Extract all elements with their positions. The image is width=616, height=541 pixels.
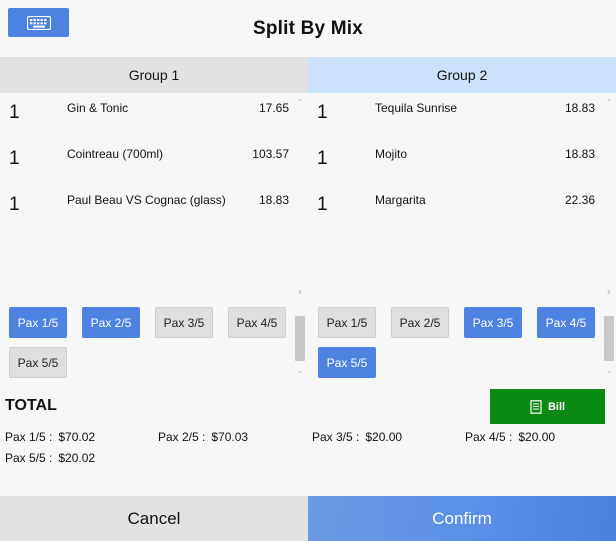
list-item[interactable]: 1 Gin & Tonic 17.65	[0, 95, 300, 141]
tab-group-2[interactable]: Group 2	[308, 57, 616, 93]
scroll-up-icon[interactable]: ˆ	[603, 292, 615, 301]
item-price: 18.83	[564, 101, 595, 115]
item-qty: 1	[317, 102, 328, 123]
pax-total-label: Pax 5/5 :	[5, 451, 53, 465]
bill-button[interactable]: Bill	[490, 389, 605, 424]
item-name: Tequila Sunrise	[375, 101, 458, 115]
footer-actions: Cancel Confirm	[0, 496, 616, 541]
item-qty: 1	[9, 102, 20, 123]
pax-total: Pax 4/5 : $20.00	[465, 430, 555, 444]
pax-total-amount: $20.00	[518, 430, 556, 444]
pax-2-button[interactable]: Pax 2/5	[82, 307, 140, 338]
scroll-thumb[interactable]	[604, 316, 614, 361]
page-title: Split By Mix	[252, 18, 364, 39]
pax-total-label: Pax 2/5 :	[158, 430, 206, 444]
pax-5-button[interactable]: Pax 5/5	[9, 347, 67, 378]
group-tabs: Group 1 Group 2	[0, 57, 616, 93]
pax-total-amount: $20.02	[58, 451, 96, 465]
item-qty: 1	[317, 194, 328, 215]
item-price: 22.36	[564, 193, 595, 207]
item-name: Margarita	[375, 193, 426, 207]
item-name: Mojito	[375, 147, 408, 161]
pax-total: Pax 2/5 : $70.03	[158, 430, 248, 444]
list-item[interactable]: 1 Cointreau (700ml) 103.57	[0, 141, 300, 187]
pax-total-amount: $20.00	[365, 430, 403, 444]
total-heading: TOTAL	[5, 397, 57, 414]
item-price: 18.83	[258, 193, 289, 207]
group-2-item-list: 1 Tequila Sunrise 18.83 1 Mojito 18.83 1…	[308, 95, 608, 233]
pax-1-button[interactable]: Pax 1/5	[9, 307, 67, 338]
item-name: Gin & Tonic	[67, 101, 129, 115]
pax-total: Pax 1/5 : $70.02	[5, 430, 95, 444]
item-name: Paul Beau VS Cognac (glass)	[67, 193, 226, 207]
scroll-thumb[interactable]	[295, 316, 305, 361]
pax-2-button[interactable]: Pax 2/5	[391, 307, 449, 338]
group-2-pax-scrollbar[interactable]: ˆ ˇ	[603, 292, 615, 380]
scroll-up-icon[interactable]: ˆ	[603, 99, 615, 108]
group-1-item-scrollbar[interactable]: ˆ ˇ	[294, 99, 306, 299]
pax-total-label: Pax 1/5 :	[5, 430, 53, 444]
cancel-button[interactable]: Cancel	[0, 496, 308, 541]
scroll-up-icon[interactable]: ˆ	[294, 99, 306, 108]
pax-4-button[interactable]: Pax 4/5	[537, 307, 595, 338]
item-price: 17.65	[258, 101, 289, 115]
pax-1-button[interactable]: Pax 1/5	[318, 307, 376, 338]
pax-total: Pax 5/5 : $20.02	[5, 451, 95, 465]
group-2-item-scrollbar[interactable]: ˆ ˇ	[603, 99, 615, 299]
bill-icon	[530, 399, 542, 414]
item-price: 18.83	[564, 147, 595, 161]
pax-3-button[interactable]: Pax 3/5	[464, 307, 522, 338]
confirm-button[interactable]: Confirm	[308, 496, 616, 541]
item-name: Cointreau (700ml)	[67, 147, 164, 161]
pax-total-amount: $70.02	[58, 430, 96, 444]
item-price: 103.57	[252, 147, 289, 161]
list-item[interactable]: 1 Margarita 22.36	[308, 187, 608, 233]
group-1-item-list: 1 Gin & Tonic 17.65 1 Cointreau (700ml) …	[0, 95, 300, 233]
pax-total-amount: $70.03	[211, 430, 249, 444]
pax-3-button[interactable]: Pax 3/5	[155, 307, 213, 338]
pax-5-button[interactable]: Pax 5/5	[318, 347, 376, 378]
list-item[interactable]: 1 Tequila Sunrise 18.83	[308, 95, 608, 141]
list-item[interactable]: 1 Mojito 18.83	[308, 141, 608, 187]
pax-total: Pax 3/5 : $20.00	[312, 430, 402, 444]
scroll-down-icon[interactable]: ˇ	[603, 371, 615, 380]
pax-total-label: Pax 3/5 :	[312, 430, 360, 444]
group-1-pax-scrollbar[interactable]: ˆ ˇ	[294, 292, 306, 380]
list-item[interactable]: 1 Paul Beau VS Cognac (glass) 18.83	[0, 187, 300, 233]
pax-4-button[interactable]: Pax 4/5	[228, 307, 286, 338]
pax-total-label: Pax 4/5 :	[465, 430, 513, 444]
tab-group-1[interactable]: Group 1	[0, 57, 308, 93]
item-qty: 1	[9, 148, 20, 169]
scroll-down-icon[interactable]: ˇ	[294, 371, 306, 380]
scroll-up-icon[interactable]: ˆ	[294, 292, 306, 301]
item-qty: 1	[9, 194, 20, 215]
bill-button-label: Bill	[547, 400, 566, 413]
item-qty: 1	[317, 148, 328, 169]
